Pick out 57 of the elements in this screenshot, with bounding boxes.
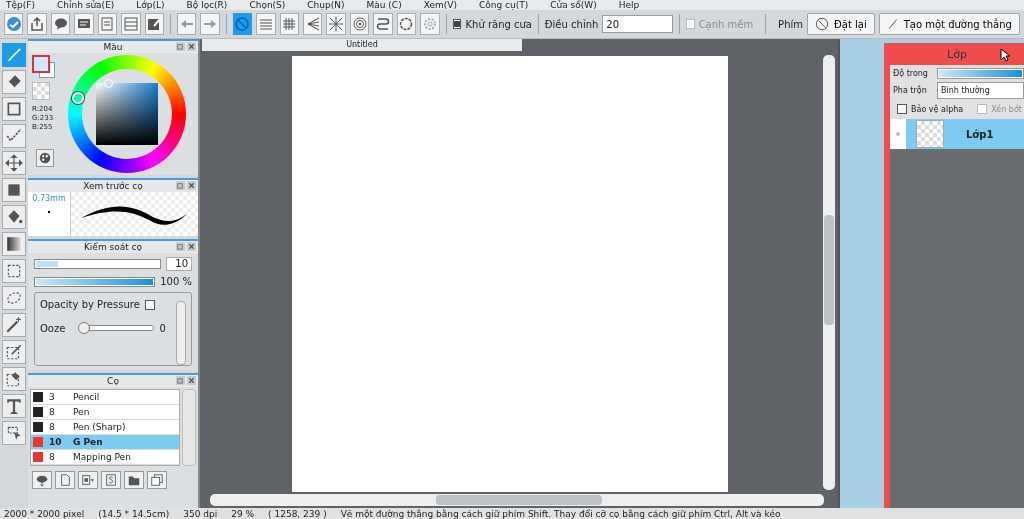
ooze-reading: 0 <box>159 322 166 334</box>
brush-name: G Pen <box>73 437 103 447</box>
size-field[interactable]: 10 <box>166 257 192 271</box>
ooze-label: Ooze <box>40 322 66 334</box>
status-text: 350 dpi <box>183 508 218 519</box>
layer-row[interactable]: Lớp1 <box>890 119 1024 149</box>
keys-label: Phím <box>778 18 803 30</box>
opacity-reading: 100 % <box>160 276 192 287</box>
menu-item[interactable]: Bộ lọc(R) <box>186 0 228 10</box>
line-button[interactable]: Tạo một đường thẳng <box>878 13 1020 35</box>
status-text: 2000 * 2000 pixel <box>4 508 85 519</box>
brush-item[interactable]: 3 Pencil <box>31 390 179 405</box>
status-text: ( 1258, 239 ) <box>268 508 327 519</box>
panel-title: Màu <box>103 42 123 52</box>
antialias-label: Khử răng cưa <box>465 18 532 30</box>
menu-item[interactable]: Màu (C) <box>366 0 402 10</box>
brush-item[interactable]: 8 Pen <box>31 405 179 420</box>
brush-size: 3 <box>49 392 56 402</box>
layer-name: Lớp1 <box>966 128 994 140</box>
brush-size: 8 <box>49 452 56 462</box>
smooth-edge-label: Cạnh mềm <box>698 18 754 30</box>
menu-item[interactable]: Chụp(N) <box>307 0 345 10</box>
brush-name: Mapping Pen <box>73 452 131 462</box>
clip-label: Xén bớt <box>991 104 1022 114</box>
reset-button[interactable]: Đặt lại <box>807 13 875 35</box>
brush-item[interactable]: 10 G Pen <box>31 435 179 450</box>
menu-item[interactable]: Lớp(L) <box>136 0 165 10</box>
blend-dropdown[interactable]: Bình thường <box>937 82 1024 99</box>
status-text: Vẽ một đường thẳng bằng cách giữ phím Shift. Thay đổi cỡ cọ bằng cách giữ phím Ctrl, Alt và kéo <box>340 508 781 519</box>
menu-item[interactable]: Tệp(F) <box>6 0 35 10</box>
window-title: Lớp <box>947 47 967 61</box>
opacity-label: Độ trong <box>893 69 929 78</box>
brush-name: Pen <box>73 407 90 417</box>
menu-item[interactable]: Cửa sổ(W) <box>550 0 597 10</box>
brush-size: 8 <box>49 422 56 432</box>
pressure-label: Opacity by Pressure <box>40 299 140 310</box>
status-text: 29 % <box>231 508 255 519</box>
menu-item[interactable]: Help <box>618 0 640 10</box>
panel-title: Kiểm soát cọ <box>83 242 143 252</box>
protect-alpha-label: Bảo vệ alpha <box>911 104 964 114</box>
adjust-dropdown[interactable]: 20 <box>602 15 673 33</box>
brush-item[interactable]: 8 Mapping Pen <box>31 450 179 465</box>
menu-item[interactable]: Chỉnh sửa(E) <box>56 0 115 10</box>
brush-size: 8 <box>49 407 56 417</box>
panel-title: Xem trước cọ <box>83 181 143 191</box>
blend-label: Pha trộn <box>893 86 928 95</box>
brush-size: 10 <box>49 437 63 447</box>
menu-item[interactable]: Chọn(S) <box>249 0 286 10</box>
brush-name: Pencil <box>73 392 100 402</box>
menu-item[interactable]: Công cụ(T) <box>478 0 529 10</box>
brush-size-text: 0.73mm <box>32 194 66 203</box>
status-text: (14.5 * 14.5cm) <box>98 508 170 519</box>
document-tab[interactable]: Untitled <box>202 39 522 51</box>
adjust-label: Điều chỉnh <box>544 18 599 30</box>
panel-title: Cọ <box>107 376 119 386</box>
menu-item[interactable]: Xem(V) <box>423 0 457 10</box>
brush-name: Pen (Sharp) <box>73 422 126 432</box>
